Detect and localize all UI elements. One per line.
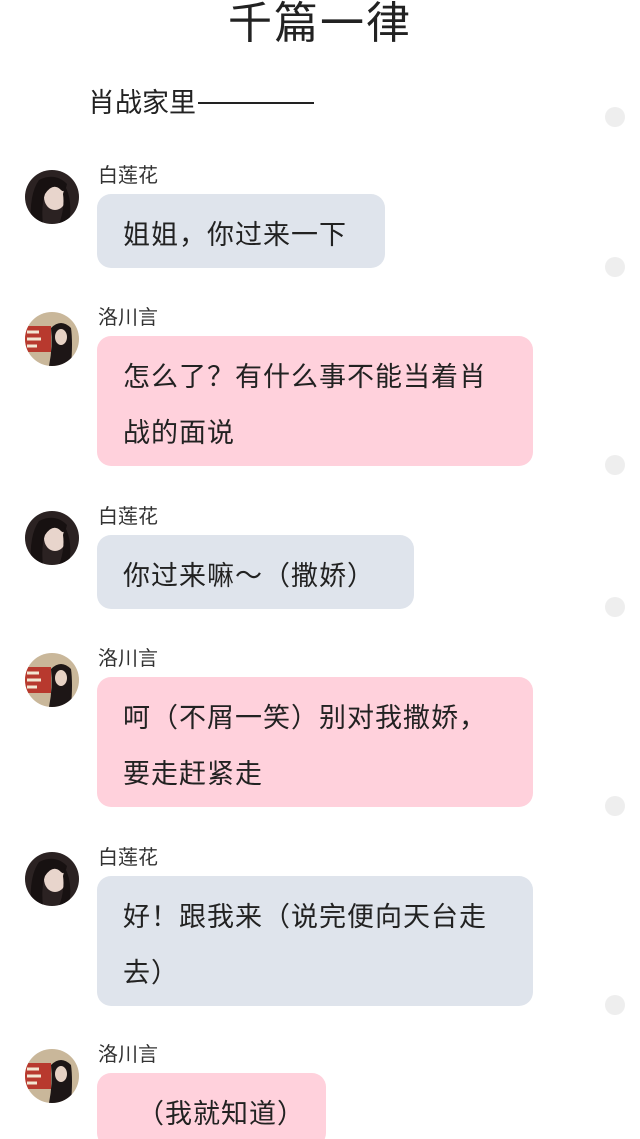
scene-label: 肖战家里 — [88, 84, 314, 124]
sender-name: 洛川言 — [98, 646, 158, 670]
luo-chuanyan-avatar[interactable] — [25, 312, 79, 366]
message-bubble: 你过来嘛～（撒娇） — [97, 535, 414, 609]
luo-chuanyan-avatar[interactable] — [25, 1049, 79, 1103]
side-dot — [605, 597, 625, 617]
message-bubble: 姐姐，你过来一下 — [97, 194, 385, 268]
side-dot — [605, 995, 625, 1015]
sender-name: 洛川言 — [98, 305, 158, 329]
side-dot — [605, 257, 625, 277]
white-lotus-avatar[interactable] — [25, 511, 79, 565]
scene-text: 肖战家里 — [88, 88, 196, 119]
message-bubble: 怎么了？有什么事不能当着肖战的面说 — [97, 336, 533, 466]
white-lotus-avatar[interactable] — [25, 170, 79, 224]
sender-name: 白莲花 — [98, 845, 158, 869]
sender-name: 洛川言 — [98, 1042, 158, 1066]
message-bubble: 呵（不屑一笑）别对我撒娇，要走赶紧走 — [97, 677, 533, 807]
scene-dash-divider — [198, 101, 314, 104]
sender-name: 白莲花 — [98, 504, 158, 528]
side-dot — [605, 107, 625, 127]
luo-chuanyan-avatar[interactable] — [25, 653, 79, 707]
white-lotus-avatar[interactable] — [25, 852, 79, 906]
story-title: 千篇一律 — [228, 0, 412, 49]
message-bubble: （我就知道） — [97, 1073, 326, 1139]
side-dot — [605, 455, 625, 475]
side-dot — [605, 796, 625, 816]
chat-story-page: 千篇一律 肖战家里 白莲花 姐姐，你过来一下 洛川言 怎么了？有什么事不能当着肖… — [0, 0, 640, 1139]
message-bubble: 好！跟我来（说完便向天台走去） — [97, 876, 533, 1006]
sender-name: 白莲花 — [98, 163, 158, 187]
